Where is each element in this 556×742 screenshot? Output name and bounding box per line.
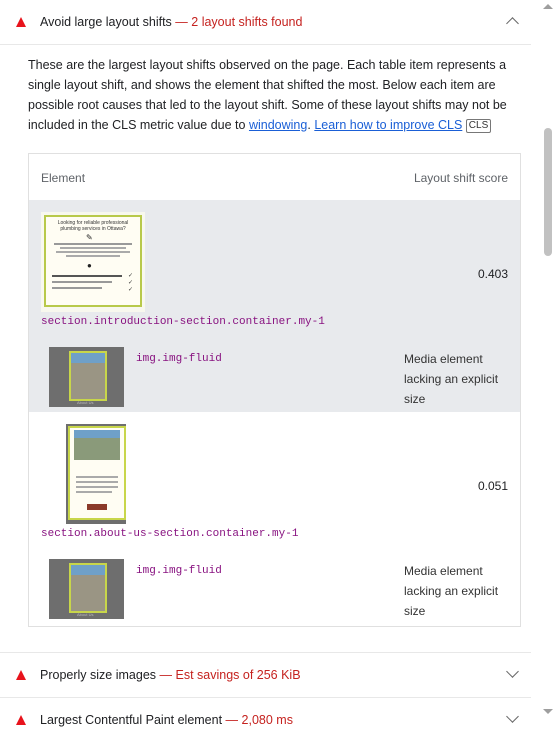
learn-cls-link[interactable]: Learn how to improve CLS xyxy=(314,118,462,132)
title-separator: — xyxy=(159,668,173,682)
column-header-element: Element xyxy=(41,171,86,185)
audit-title: Properly size images xyxy=(40,668,157,682)
element-screenshot-thumbnail: Looking for reliable professional plumbi… xyxy=(41,212,145,312)
chevron-up-icon[interactable] xyxy=(506,17,519,30)
highlight-box xyxy=(68,426,126,520)
title-separator: — xyxy=(225,713,239,727)
cause-selector[interactable]: img.img-fluid xyxy=(136,353,222,365)
audit-title-line: Largest Contentful Paint element — 2,080… xyxy=(40,713,293,727)
layout-shift-table: Element Layout shift score Looking for r… xyxy=(28,153,521,627)
scroll-up-arrow-icon[interactable] xyxy=(543,4,553,9)
audit-title: Largest Contentful Paint element xyxy=(40,713,223,727)
cause-reason: Media element lacking an explicit size xyxy=(404,564,499,618)
element-screenshot-thumbnail xyxy=(66,424,126,524)
element-selector[interactable]: section.about-us-section.container.my-1 xyxy=(41,528,298,540)
scroll-down-arrow-icon[interactable] xyxy=(543,709,553,714)
warning-triangle-icon xyxy=(16,670,26,680)
windowing-link[interactable]: windowing xyxy=(249,118,307,132)
wrench-icon: ✎ xyxy=(86,233,93,242)
layout-shift-score: 0.403 xyxy=(477,267,508,281)
chevron-down-icon[interactable] xyxy=(506,665,519,678)
scrollbar-thumb[interactable] xyxy=(544,128,552,256)
drop-icon: ● xyxy=(87,261,92,270)
audit-summary: Est savings of 256 KiB xyxy=(175,668,301,682)
chevron-down-icon[interactable] xyxy=(506,710,519,723)
thumbnail-heading: Looking for reliable professional plumbi… xyxy=(57,220,129,232)
cause-screenshot-thumbnail: About Us xyxy=(49,347,124,407)
cause-screenshot-thumbnail: About Us xyxy=(49,559,124,619)
table-row-group: Looking for reliable professional plumbi… xyxy=(29,200,520,412)
audit-header-layout-shifts[interactable]: Avoid large layout shifts — 2 layout shi… xyxy=(0,0,531,45)
layout-shift-score: 0.051 xyxy=(477,479,508,493)
audit-title-line: Properly size images — Est savings of 25… xyxy=(40,668,301,682)
audit-title-line: Avoid large layout shifts — 2 layout shi… xyxy=(40,15,302,29)
check-icons: ✓ ✓ ✓ xyxy=(128,273,134,293)
highlight-box xyxy=(69,563,107,613)
warning-triangle-icon xyxy=(16,17,26,27)
thumbnail-caption: About Us xyxy=(77,612,94,617)
table-header: Element Layout shift score xyxy=(29,154,520,199)
audit-summary: 2,080 ms xyxy=(241,713,293,727)
highlight-box xyxy=(69,351,107,401)
warning-triangle-icon xyxy=(16,715,26,725)
audit-header-properly-size-images[interactable]: Properly size images — Est savings of 25… xyxy=(0,652,531,697)
thumbnail-caption: About Us xyxy=(77,400,94,405)
audit-description: These are the largest layout shifts obse… xyxy=(28,55,520,135)
cta-button-preview xyxy=(87,504,107,510)
description-period: . xyxy=(307,118,311,132)
column-header-score: Layout shift score xyxy=(413,171,508,185)
audit-title: Avoid large layout shifts xyxy=(40,15,172,29)
title-separator: — xyxy=(175,15,188,29)
cause-reason: Media element lacking an explicit size xyxy=(404,352,499,406)
audit-summary: 2 layout shifts found xyxy=(191,15,303,29)
cause-selector[interactable]: img.img-fluid xyxy=(136,565,222,577)
highlight-box: Looking for reliable professional plumbi… xyxy=(44,215,142,307)
cls-badge: CLS xyxy=(465,119,492,133)
element-selector[interactable]: section.introduction-section.container.m… xyxy=(41,316,325,328)
audit-header-lcp-element[interactable]: Largest Contentful Paint element — 2,080… xyxy=(0,697,531,742)
table-row-group: 0.051 section.about-us-section.container… xyxy=(29,412,520,626)
